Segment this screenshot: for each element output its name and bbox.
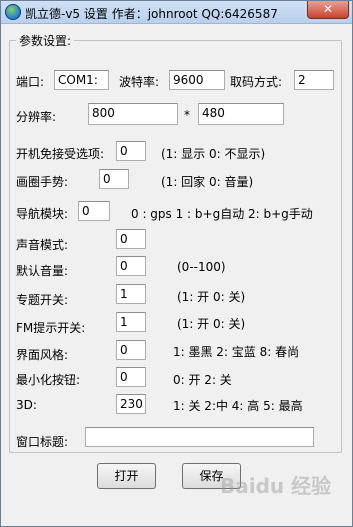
minimize-button-label: 最小化按钮: bbox=[16, 373, 81, 387]
topic-switch-hint: (1: 开 0: 关) bbox=[177, 290, 246, 304]
circle-gesture-hint: (1: 回家 0: 音量) bbox=[161, 175, 254, 189]
baud-label: 波特率: bbox=[119, 75, 160, 89]
topic-switch-label: 专题开关: bbox=[16, 293, 69, 307]
close-button[interactable]: ✕ bbox=[307, 1, 349, 19]
resolution-height-input[interactable]: 480 bbox=[198, 103, 284, 125]
boot-accept-hint: (1: 显示 0: 不显示) bbox=[161, 147, 266, 161]
minimize-button-input[interactable]: 0 bbox=[116, 367, 146, 387]
title-bar[interactable]: 凯立德-v5 设置 作者：johnroot QQ:6426587 ✕ bbox=[1, 1, 352, 24]
fetch-mode-label: 取码方式: bbox=[230, 75, 283, 89]
fm-switch-hint: (1: 开 0: 关) bbox=[177, 317, 246, 331]
sound-mode-input[interactable]: 0 bbox=[116, 229, 146, 249]
nav-module-label: 导航模块: bbox=[16, 207, 69, 221]
baud-input[interactable]: 9600 bbox=[169, 70, 225, 90]
ui-style-hint: 1: 墨黑 2: 宝蓝 8: 春尚 bbox=[173, 345, 300, 359]
resolution-width-input[interactable]: 800 bbox=[88, 103, 178, 125]
circle-gesture-label: 画圈手势: bbox=[16, 175, 69, 189]
window-title: 凯立德-v5 设置 作者：johnroot QQ:6426587 bbox=[25, 7, 278, 21]
default-volume-label: 默认音量: bbox=[16, 264, 69, 278]
fm-switch-input[interactable]: 1 bbox=[116, 312, 146, 332]
boot-accept-input[interactable]: 0 bbox=[116, 141, 146, 161]
watermark: Baidu 经验 bbox=[220, 474, 332, 498]
ui-style-input[interactable]: 0 bbox=[116, 340, 146, 360]
nav-module-hint: 0 : gps 1 : b+g自动 2: b+g手动 bbox=[131, 207, 313, 221]
default-volume-hint: (0--100) bbox=[177, 260, 226, 274]
3d-input[interactable]: 230 bbox=[116, 394, 146, 414]
window-title-input[interactable] bbox=[85, 427, 314, 447]
group-legend: 参数设置: bbox=[16, 32, 75, 49]
window-title-label: 窗口标题: bbox=[16, 435, 69, 449]
resolution-label: 分辨率: bbox=[16, 110, 57, 124]
3d-hint: 1: 关 2:中 4: 高 5: 最高 bbox=[173, 399, 303, 413]
globe-icon bbox=[5, 4, 21, 20]
ui-style-label: 界面风格: bbox=[16, 348, 69, 362]
minimize-button-hint: 0: 开 2: 关 bbox=[173, 373, 232, 387]
boot-accept-label: 开机免接受选项: bbox=[16, 147, 105, 161]
resolution-separator: * bbox=[184, 108, 190, 122]
default-volume-input[interactable]: 0 bbox=[116, 256, 146, 276]
fetch-mode-input[interactable]: 2 bbox=[294, 70, 334, 90]
3d-label: 3D: bbox=[16, 398, 37, 412]
port-input[interactable]: COM1: bbox=[54, 70, 109, 90]
port-label: 端口: bbox=[16, 75, 45, 89]
open-button[interactable]: 打开 bbox=[97, 463, 156, 489]
sound-mode-label: 声音模式: bbox=[16, 238, 69, 252]
fm-switch-label: FM提示开关: bbox=[16, 321, 86, 335]
topic-switch-input[interactable]: 1 bbox=[116, 284, 146, 304]
circle-gesture-input[interactable]: 0 bbox=[99, 169, 129, 189]
nav-module-input[interactable]: 0 bbox=[78, 201, 110, 221]
